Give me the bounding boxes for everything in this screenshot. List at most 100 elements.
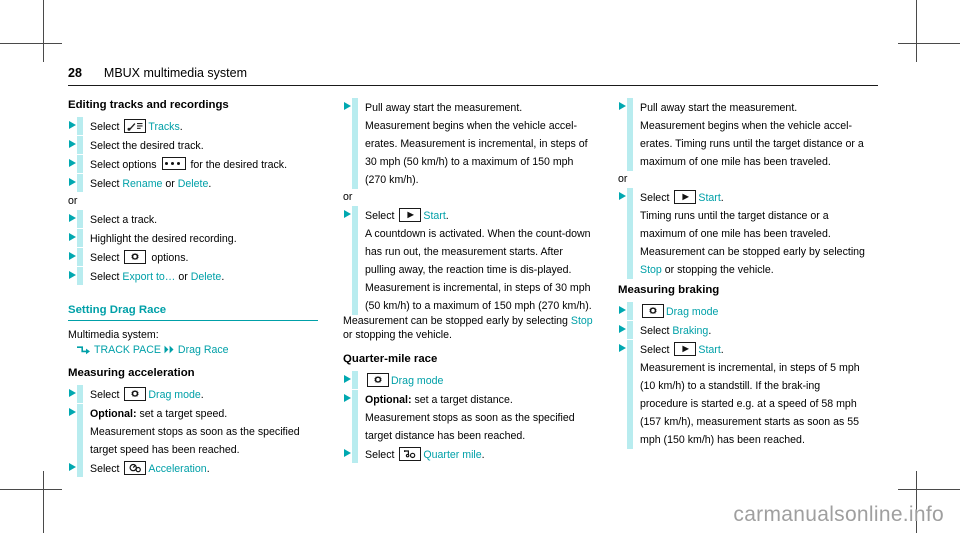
crop-mark-tl-h: [0, 43, 62, 44]
three-column-body: Editing tracks and recordings Select Tra…: [68, 98, 878, 478]
link-export-to[interactable]: Export to…: [122, 271, 175, 283]
play-icon: [399, 208, 422, 222]
step-bar: [77, 404, 83, 460]
link-drag-mode[interactable]: Drag mode: [148, 389, 200, 401]
heading-measuring-acceleration: Measuring acceleration: [68, 367, 195, 380]
step-body: Measurement begins when the vehicle acce…: [640, 120, 864, 168]
step-bar: [77, 117, 83, 136]
step-select-braking: Select Braking.: [618, 321, 868, 340]
step-select-rename-delete: Select Rename or Delete.: [68, 174, 318, 193]
link-drag-mode-2[interactable]: Drag mode: [391, 375, 443, 387]
step-drag-mode-quarter: Drag mode: [343, 371, 593, 390]
step-prefix: Select: [640, 344, 673, 357]
play-icon: [674, 342, 697, 357]
step-text: Select a track.: [90, 214, 158, 227]
step-select-options-track: Select options for the desired track.: [68, 155, 318, 174]
step-text: Select Tracks.: [90, 119, 183, 134]
step-text: Drag mode: [640, 304, 718, 319]
step-text: Select Acceleration.: [90, 461, 210, 476]
step-bar: [352, 98, 358, 189]
link-drag-mode-3[interactable]: Drag mode: [666, 306, 718, 318]
step-bar: [77, 459, 83, 478]
link-acceleration[interactable]: Acceleration: [148, 463, 206, 475]
step-body: A countdown is activated. When the count…: [365, 228, 592, 312]
breadcrumb-leaf[interactable]: Drag Race: [178, 344, 229, 356]
gear-icon: [367, 373, 389, 388]
heading-editing-tracks: Editing tracks and recordings: [68, 99, 229, 111]
breadcrumb-root[interactable]: TRACK PACE: [94, 344, 161, 356]
step-optional-target-speed: Optional: set a target speed. Measurement…: [68, 404, 318, 460]
step-text: Select Export to… or Delete.: [90, 271, 224, 283]
link-rename[interactable]: Rename: [122, 178, 162, 190]
play-icon: [674, 190, 697, 204]
step-select-start-mid: Select Start. A countdown is activated. W…: [343, 206, 593, 315]
gear-icon: [124, 387, 147, 402]
step-suffix: for the desired track.: [187, 159, 288, 172]
step-text: Select Braking.: [640, 325, 711, 337]
note-suffix: or stopping the vehicle.: [343, 328, 452, 341]
crop-mark-tr-h: [898, 43, 960, 44]
ellipsis-icon: [161, 157, 186, 171]
link-start[interactable]: Start: [423, 210, 445, 222]
multimedia-system-label: Multimedia system:: [68, 328, 159, 341]
step-text: Highlight the desired recording.: [90, 233, 237, 246]
step-optional-target-distance: Optional: set a target distance. Measurem…: [343, 390, 593, 446]
heading-setting-drag-race: Setting Drag Race: [68, 304, 167, 317]
step-bar: [77, 248, 83, 267]
step-suffix: .: [206, 463, 210, 476]
page-number: 28: [68, 66, 82, 80]
step-suffix: .: [708, 325, 712, 338]
step-suffix: .: [179, 121, 183, 134]
quarter-mile-icon: [399, 447, 422, 462]
crop-mark-bl-v: [43, 471, 44, 533]
or-separator: or: [618, 173, 628, 185]
step-prefix: Select: [90, 252, 123, 265]
step-select-start-right: Select Start. Timing runs until the targe…: [618, 188, 868, 279]
note-prefix: Measurement can be stopped early by sele…: [640, 246, 865, 258]
step-suffix: .: [445, 210, 449, 222]
link-stop[interactable]: Stop: [571, 315, 593, 327]
running-head: 28 MBUX multimedia system: [68, 66, 878, 86]
step-prefix: set a target speed.: [136, 408, 228, 421]
step-prefix: Select: [90, 121, 123, 134]
step-bar: [627, 188, 633, 279]
note-suffix: or stopping the vehicle.: [661, 264, 774, 276]
step-body: Measurement is incremental, in steps of …: [640, 362, 860, 447]
tracks-icon: [124, 119, 147, 134]
link-tracks[interactable]: Tracks: [148, 121, 179, 133]
step-select-tracks: Select Tracks.: [68, 117, 318, 136]
link-stop-2[interactable]: Stop: [640, 264, 662, 276]
step-prefix: Select options: [90, 159, 160, 172]
link-delete-2[interactable]: Delete: [191, 271, 222, 283]
breadcrumb: TRACK PACE Drag Race: [76, 343, 318, 359]
step-bar: [627, 321, 633, 340]
link-braking[interactable]: Braking: [672, 325, 708, 337]
step-prefix: Select: [90, 389, 123, 402]
step-text: Select Start. Measurement is incremental,…: [640, 342, 860, 447]
step-highlight-recording: Highlight the desired recording.: [68, 229, 318, 248]
step-suffix: .: [720, 344, 724, 357]
step-suffix: options.: [148, 252, 189, 265]
step-text: Select Rename or Delete.: [90, 178, 211, 190]
step-select-start-braking: Select Start. Measurement is incremental,…: [618, 340, 868, 450]
chevron-double-right-icon: [164, 344, 175, 358]
link-quarter-mile[interactable]: Quarter mile: [423, 449, 481, 461]
step-select-acceleration: Select Acceleration.: [68, 459, 318, 478]
step-bar: [352, 390, 358, 446]
step-text: Select options for the desired track.: [90, 157, 288, 172]
heading-quarter-mile-race: Quarter-mile race: [343, 353, 438, 366]
link-delete[interactable]: Delete: [178, 178, 209, 190]
corner-arrow-icon: [76, 345, 91, 359]
step-text: Select Start. A countdown is activated. W…: [365, 208, 592, 312]
step-text: Select options.: [90, 250, 189, 265]
crop-mark-bl-h: [0, 489, 62, 490]
link-start-2[interactable]: Start: [698, 192, 720, 204]
step-prefix: Select: [90, 271, 123, 284]
step-select-export-delete: Select Export to… or Delete.: [68, 267, 318, 286]
step-text: Optional: set a target distance. Measurem…: [365, 394, 575, 442]
column-middle: Pull away start the measurement. Measurem…: [343, 98, 593, 464]
acceleration-icon: [124, 461, 147, 476]
crop-mark-tl-v: [43, 0, 44, 62]
step-bar: [77, 174, 83, 193]
link-start-3[interactable]: Start: [698, 344, 720, 356]
